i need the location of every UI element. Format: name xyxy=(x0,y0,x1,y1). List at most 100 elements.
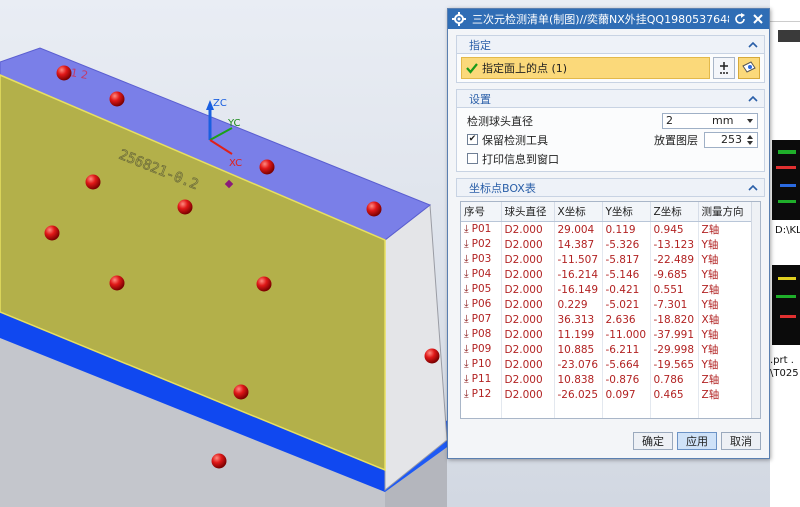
cell-text: -9.685 xyxy=(653,268,688,281)
apply-button[interactable]: 应用 xyxy=(677,432,717,450)
probe-point-icon: ⤓ xyxy=(464,238,469,250)
keep-tool-label: 保留检测工具 xyxy=(482,133,548,147)
table-row[interactable]: ⤓ P06 D2.000 0.229 -5.021 -7.301 Y轴 xyxy=(461,297,760,312)
table-cell: -13.123 xyxy=(650,237,699,252)
table-scrollbar[interactable] xyxy=(751,202,760,418)
table-body: ⤓ P01 D2.000 29.004 0.119 0.945 Z轴 ⤓ P02 D2.000 14… xyxy=(461,221,760,418)
table-cell: D2.000 xyxy=(501,237,555,252)
section-specify-header[interactable]: 指定 xyxy=(457,36,764,54)
select-point-field[interactable]: 指定面上的点 (1) xyxy=(461,57,710,79)
unit-select[interactable]: mm xyxy=(712,114,746,127)
dialog-titlebar[interactable]: 三次元检测清单(制图)//奕薾NX外挂QQ1980537648 xyxy=(448,9,769,29)
cell-text: D2.000 xyxy=(504,343,543,356)
reset-icon[interactable] xyxy=(733,12,747,26)
point-id-cell: ⤓ P12 xyxy=(461,387,502,402)
spinner-icon[interactable] xyxy=(746,134,754,146)
select-face-button[interactable] xyxy=(738,57,760,79)
table-cell: 0.229 xyxy=(554,297,603,312)
empty-row xyxy=(461,402,760,417)
empty-row xyxy=(461,416,760,418)
cancel-button[interactable]: 取消 xyxy=(721,432,761,450)
coord-table-container[interactable]: 序号 球头直径 X坐标 Y坐标 Z坐标 测量方向 ⤓ P01 D2.000 29.00… xyxy=(460,201,761,419)
probe-point-icon: ⤓ xyxy=(464,388,469,400)
probe-diameter-input[interactable]: 2 mm xyxy=(662,112,758,129)
cell-text: -11.507 xyxy=(557,253,599,266)
table-row[interactable]: ⤓ P04 D2.000 -16.214 -5.146 -9.685 Y轴 xyxy=(461,267,760,282)
probe-ball-P01[interactable] xyxy=(56,65,72,81)
dialog-footer: 确定 应用 取消 xyxy=(633,432,761,450)
probe-ball-P07[interactable] xyxy=(44,225,60,241)
table-row[interactable]: ⤓ P12 D2.000 -26.025 0.097 0.465 Z轴 xyxy=(461,387,760,402)
point-id-cell: ⤓ P03 xyxy=(461,252,502,267)
table-cell: -5.146 xyxy=(602,267,651,282)
col-header[interactable]: X坐标 xyxy=(554,202,603,222)
table-row[interactable]: ⤓ P02 D2.000 14.387 -5.326 -13.123 Y轴 xyxy=(461,237,760,252)
table-cell: -26.025 xyxy=(554,387,603,402)
table-row[interactable]: ⤓ P01 D2.000 29.004 0.119 0.945 Z轴 xyxy=(461,221,760,237)
chevron-up-icon[interactable] xyxy=(748,94,758,104)
point-dialog-button[interactable] xyxy=(713,57,735,79)
table-cell: -23.076 xyxy=(554,357,603,372)
table-cell: 2.636 xyxy=(602,312,651,327)
point-id-cell: ⤓ P05 xyxy=(461,282,502,297)
cell-text: 10.885 xyxy=(557,343,595,356)
table-row[interactable]: ⤓ P03 D2.000 -11.507 -5.817 -22.489 Y轴 xyxy=(461,252,760,267)
ok-button[interactable]: 确定 xyxy=(633,432,673,450)
col-header[interactable]: Z坐标 xyxy=(650,202,699,222)
layer-value: 253 xyxy=(721,133,742,146)
chevron-down-icon[interactable] xyxy=(746,117,754,125)
cell-text: 0.945 xyxy=(653,223,684,236)
cell-text: D2.000 xyxy=(504,223,543,236)
cell-text: 0.786 xyxy=(653,373,684,386)
strip-cad-thumbnail-2 xyxy=(772,265,800,345)
probe-ball-P04[interactable] xyxy=(85,174,101,190)
col-header[interactable]: 球头直径 xyxy=(501,202,555,222)
cell-text: X轴 xyxy=(701,314,720,326)
col-header[interactable]: Y坐标 xyxy=(602,202,651,222)
print-info-checkbox[interactable] xyxy=(467,153,478,164)
table-row[interactable]: ⤓ P09 D2.000 10.885 -6.211 -29.998 Y轴 xyxy=(461,342,760,357)
table-cell xyxy=(602,416,651,418)
col-header[interactable]: 序号 xyxy=(461,202,502,222)
probe-ball-P02[interactable] xyxy=(109,91,125,107)
cell-text: -19.565 xyxy=(653,358,695,371)
probe-ball-P03[interactable] xyxy=(259,159,275,175)
cell-text: P08 xyxy=(471,328,492,340)
table-row[interactable]: ⤓ P08 D2.000 11.199 -11.000 -37.991 Y轴 xyxy=(461,327,760,342)
face-select-icon xyxy=(742,61,756,73)
chevron-up-icon[interactable] xyxy=(748,183,758,193)
section-specify: 指定 指定面上的点 (1) xyxy=(456,35,765,83)
table-row[interactable]: ⤓ P11 D2.000 10.838 -0.876 0.786 Z轴 xyxy=(461,372,760,387)
probe-ball-P09[interactable] xyxy=(256,276,272,292)
table-cell: 0.945 xyxy=(650,221,699,237)
section-settings-header[interactable]: 设置 xyxy=(457,90,764,108)
table-row[interactable]: ⤓ P07 D2.000 36.313 2.636 -18.820 X轴 xyxy=(461,312,760,327)
table-cell xyxy=(650,402,699,417)
section-table-header[interactable]: 坐标点BOX表 xyxy=(457,179,764,197)
probe-ball-P10[interactable] xyxy=(424,348,440,364)
table-cell: -18.820 xyxy=(650,312,699,327)
probe-ball-P12[interactable] xyxy=(211,453,227,469)
table-row[interactable]: ⤓ P05 D2.000 -16.149 -0.421 0.551 Z轴 xyxy=(461,282,760,297)
cell-text: -23.076 xyxy=(557,358,599,371)
chevron-up-icon[interactable] xyxy=(748,40,758,50)
print-info-label: 打印信息到窗口 xyxy=(482,152,559,166)
background-window-strip: D:\KLV .prt . \T025 xyxy=(770,0,800,507)
layer-input[interactable]: 253 xyxy=(704,131,758,148)
cell-text: -18.820 xyxy=(653,313,695,326)
cell-text: D2.000 xyxy=(504,358,543,371)
probe-ball-P08[interactable] xyxy=(109,275,125,291)
table-cell: 29.004 xyxy=(554,221,603,237)
table-cell: D2.000 xyxy=(501,327,555,342)
probe-ball-P05[interactable] xyxy=(177,199,193,215)
cell-text: P06 xyxy=(471,298,492,310)
keep-tool-checkbox[interactable]: ✔ xyxy=(467,134,478,145)
close-icon[interactable] xyxy=(751,12,765,26)
cell-text: Y轴 xyxy=(701,269,719,281)
table-cell: -7.301 xyxy=(650,297,699,312)
table-row[interactable]: ⤓ P10 D2.000 -23.076 -5.664 -19.565 Y轴 xyxy=(461,357,760,372)
cell-text: P10 xyxy=(471,358,492,370)
probe-ball-P11[interactable] xyxy=(233,384,249,400)
probe-ball-P06[interactable] xyxy=(366,201,382,217)
cell-text: P12 xyxy=(471,388,492,400)
